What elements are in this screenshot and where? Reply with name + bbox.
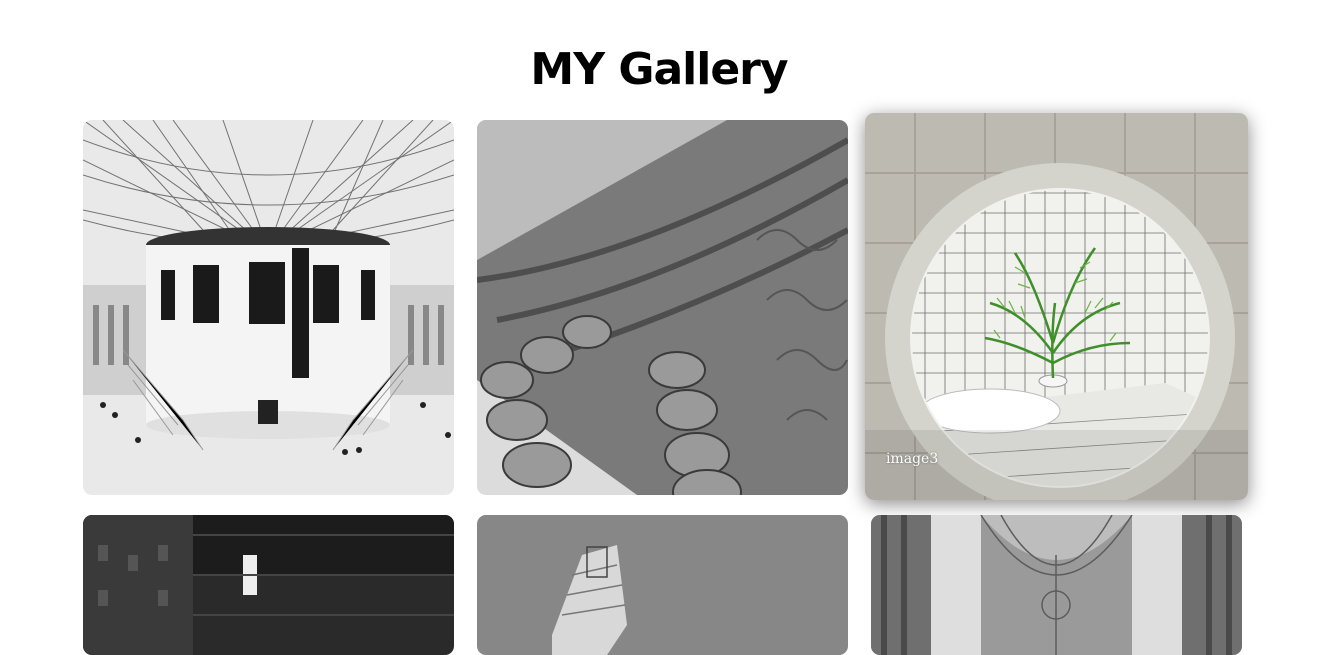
cathedral-photo [871, 515, 1242, 655]
gallery-image-1[interactable] [83, 120, 454, 495]
page-title: MY Gallery [530, 44, 788, 95]
gallery-image-3[interactable]: image3 [865, 113, 1248, 500]
modern-building-photo [477, 515, 848, 655]
plant-mirror-photo [865, 113, 1248, 500]
atrium-photo [83, 120, 454, 495]
gallery-image-2[interactable] [477, 120, 848, 495]
image-caption: image3 [886, 451, 939, 467]
gallery-image-5[interactable] [477, 515, 848, 655]
dark-building-photo [83, 515, 454, 655]
gallery-image-6[interactable] [871, 515, 1242, 655]
gallery-image-4[interactable] [83, 515, 454, 655]
columns-photo [477, 120, 848, 495]
